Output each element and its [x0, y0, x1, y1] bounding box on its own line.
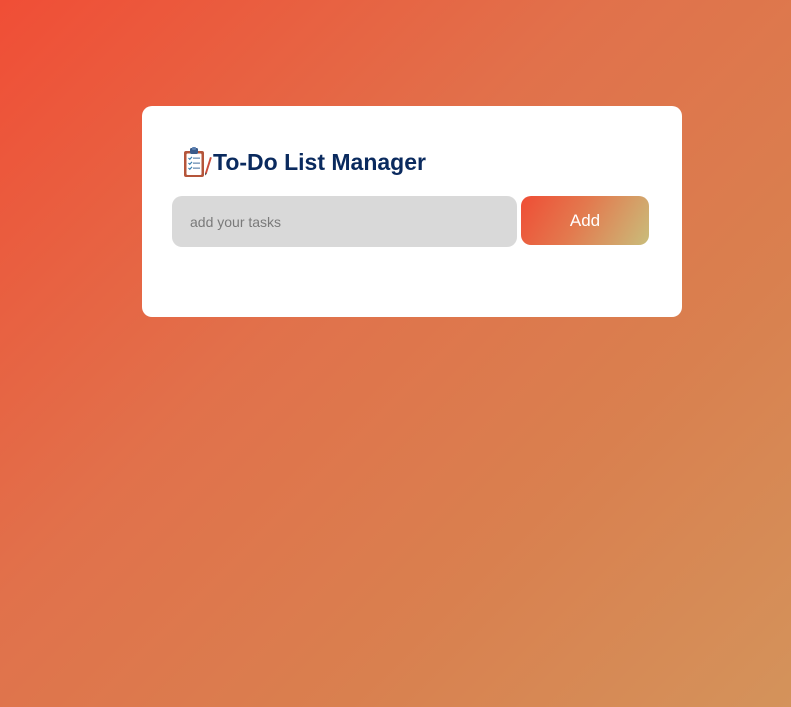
app-title: To-Do List Manager	[213, 148, 426, 175]
add-task-button[interactable]: Add	[521, 196, 649, 245]
todo-card: To-Do List Manager Add	[142, 106, 682, 317]
task-input[interactable]	[172, 196, 517, 247]
clipboard-icon	[180, 145, 212, 179]
page-title: To-Do List Manager	[180, 144, 426, 180]
